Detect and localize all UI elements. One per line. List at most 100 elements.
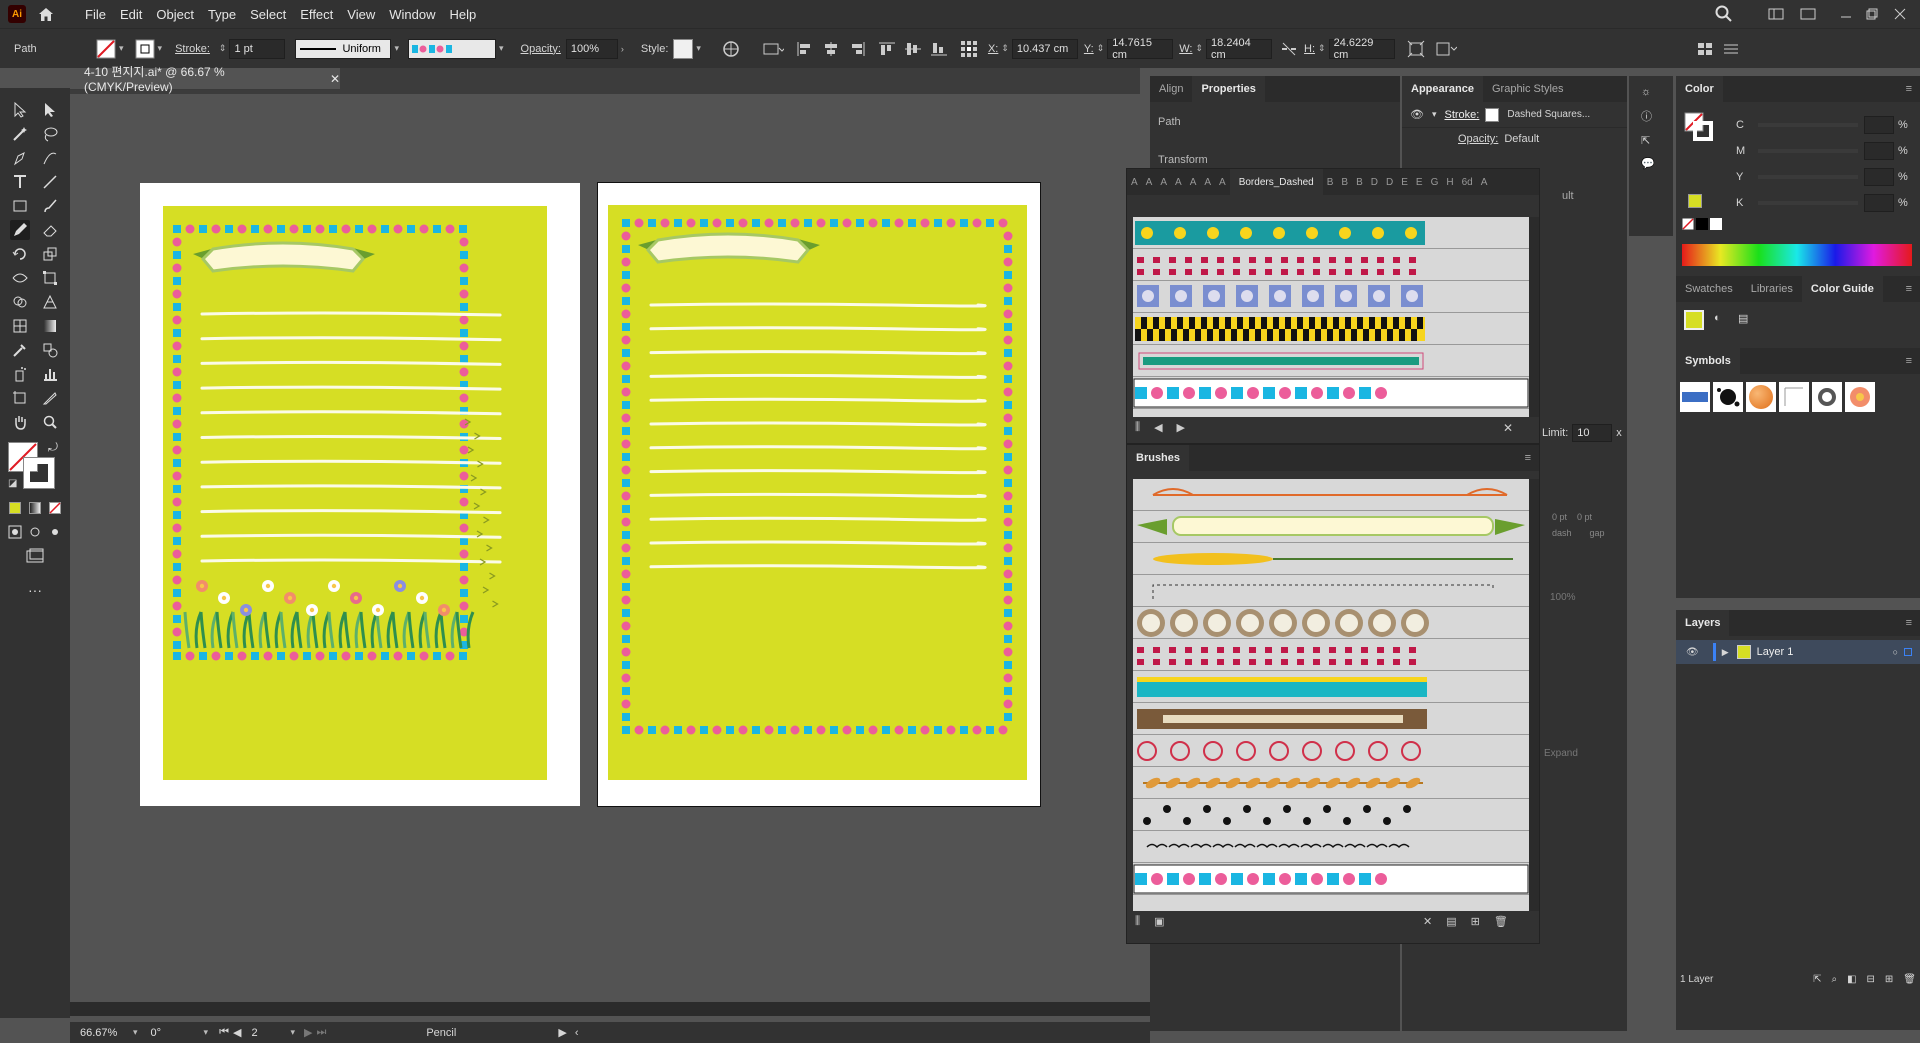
tab-color-guide[interactable]: Color Guide	[1801, 276, 1883, 302]
tab-appearance[interactable]: Appearance	[1402, 76, 1483, 102]
lib-tab[interactable]: A	[1142, 177, 1157, 188]
symbol-gear[interactable]	[1812, 382, 1842, 412]
expand-button[interactable]: Expand	[1544, 748, 1578, 759]
lib-tab[interactable]: B	[1352, 177, 1367, 188]
column-graph-icon[interactable]	[40, 364, 60, 384]
brush-definition-dropdown[interactable]: ▾	[408, 38, 507, 59]
constrain-proportions-icon[interactable]	[1280, 42, 1298, 56]
align-vcenter-icon[interactable]	[904, 41, 922, 57]
lib-tab[interactable]: A	[1156, 177, 1171, 188]
panel-menu-icon[interactable]: ≡	[1525, 452, 1531, 464]
brush-red-squares[interactable]	[1133, 249, 1529, 281]
hand-tool-icon[interactable]	[10, 412, 30, 432]
lib-tab[interactable]: H	[1442, 177, 1457, 188]
opacity-field[interactable]: 100%	[565, 38, 618, 59]
scroll-left-icon[interactable]: ‹	[575, 1027, 579, 1039]
stroke-swatch-large[interactable]	[23, 457, 55, 489]
new-brush-icon[interactable]: ⊞	[1471, 915, 1480, 928]
stroke-profile-dropdown[interactable]: Uniform ▾	[295, 38, 402, 59]
brush-red-flowers[interactable]	[1133, 735, 1529, 767]
channel-value-field[interactable]	[1864, 194, 1894, 212]
align-right-icon[interactable]	[848, 41, 866, 57]
color-mode-icon[interactable]	[5, 498, 25, 518]
direct-selection-tool-icon[interactable]	[40, 100, 60, 120]
chevron-down-icon[interactable]: ▾	[394, 43, 399, 54]
x-field[interactable]: 10.437 cm	[1011, 38, 1078, 59]
harmony-rules-icon[interactable]: ◐	[1714, 312, 1721, 324]
brush-list[interactable]	[1133, 479, 1529, 911]
lasso-icon[interactable]	[40, 124, 60, 144]
align-to-icon[interactable]	[762, 41, 784, 57]
chevron-down-icon[interactable]: ▾	[158, 43, 163, 54]
stepper-icon[interactable]: ⇕	[1195, 43, 1203, 54]
expand-arrow-icon[interactable]: ▾	[1432, 109, 1437, 120]
mesh-tool-icon[interactable]	[10, 316, 30, 336]
export-icon[interactable]: ⇱	[1641, 134, 1661, 147]
swap-icon[interactable]: ⤾	[48, 440, 58, 455]
tab-graphic-styles[interactable]: Graphic Styles	[1483, 76, 1573, 102]
previous-artboard-icon[interactable]: ◀	[233, 1026, 241, 1039]
stroke-attr-value[interactable]: Dashed Squares...	[1507, 109, 1590, 120]
search-icon[interactable]	[1715, 0, 1733, 28]
menu-effect[interactable]: Effect	[293, 7, 340, 22]
slice-tool-icon[interactable]	[40, 388, 60, 408]
panel-menu-icon[interactable]: ≡	[1906, 617, 1912, 629]
limit-field[interactable]: 10	[1572, 424, 1613, 442]
tab-borders-dashed[interactable]: Borders_Dashed	[1229, 169, 1323, 195]
menu-window[interactable]: Window	[382, 7, 442, 22]
align-top-icon[interactable]	[878, 41, 896, 57]
stroke-attr-swatch[interactable]	[1485, 107, 1500, 122]
reference-point-icon[interactable]	[960, 40, 978, 58]
color-groups-icon[interactable]: ▤	[1738, 312, 1748, 325]
target-icon[interactable]: ○	[1893, 647, 1898, 657]
brush-birds[interactable]	[1133, 831, 1529, 863]
symbol-frame[interactable]	[1779, 382, 1809, 412]
lib-tab[interactable]: A	[1200, 177, 1215, 188]
rectangle-tool-icon[interactable]	[10, 196, 30, 216]
delete-brush-icon[interactable]: 🗑	[1494, 915, 1508, 928]
style-dropdown[interactable]: ▾	[673, 38, 704, 59]
perspective-grid-icon[interactable]	[40, 292, 60, 312]
lib-tab[interactable]: G	[1427, 177, 1443, 188]
brush-red-squares-2[interactable]	[1133, 639, 1529, 671]
appearance-stroke-row[interactable]: 👁 ▾ Stroke: Dashed Squares...	[1402, 102, 1627, 128]
draw-inside-icon[interactable]	[45, 522, 65, 542]
lib-tab[interactable]: A	[1171, 177, 1186, 188]
library-scrollbar[interactable]	[1529, 217, 1539, 417]
brush-paw-prints[interactable]	[1133, 799, 1529, 831]
stroke-label[interactable]: Stroke:	[175, 43, 210, 55]
symbol-blue-banner[interactable]	[1680, 382, 1710, 412]
tab-layers[interactable]: Layers	[1676, 610, 1730, 636]
channel-value-field[interactable]	[1864, 142, 1894, 160]
fill-stroke-indicator[interactable]: ⤾ ◪	[0, 440, 70, 496]
eye-icon[interactable]: 👁	[1410, 108, 1424, 121]
panel-menu-icon[interactable]	[1723, 43, 1739, 55]
symbol-flower[interactable]	[1845, 382, 1875, 412]
stroke-attr-label[interactable]: Stroke:	[1445, 109, 1480, 121]
canvas[interactable]	[70, 94, 1150, 1022]
arrange-panels-icon[interactable]	[1697, 42, 1713, 56]
stepper-icon[interactable]: ⇕	[1097, 43, 1105, 54]
curvature-tool-icon[interactable]	[40, 148, 60, 168]
align-left-icon[interactable]	[796, 41, 814, 57]
line-tool-icon[interactable]	[40, 172, 60, 192]
tab-properties[interactable]: Properties	[1192, 76, 1265, 102]
stepper-icon[interactable]: ⇕	[1001, 43, 1009, 54]
symbol-orange-ball[interactable]	[1746, 382, 1776, 412]
rotate-tool-icon[interactable]	[10, 244, 30, 264]
collapse-icon[interactable]: ✕	[1503, 421, 1513, 435]
tab-libraries[interactable]: Libraries	[1742, 276, 1802, 302]
base-color-swatch[interactable]	[1684, 310, 1704, 330]
border-brush-list[interactable]	[1133, 217, 1529, 417]
channel-slider[interactable]	[1758, 201, 1858, 205]
sun-icon[interactable]: ☼	[1641, 86, 1661, 98]
new-sublayer-icon[interactable]: ⊟	[1867, 974, 1875, 985]
new-layer-icon[interactable]: ⊞	[1885, 974, 1893, 985]
appearance-opacity-row[interactable]: Opacity: Default	[1402, 128, 1627, 150]
menu-edit[interactable]: Edit	[113, 7, 149, 22]
tab-color[interactable]: Color	[1676, 76, 1723, 102]
menu-help[interactable]: Help	[442, 7, 483, 22]
visibility-eye-icon[interactable]: 👁	[1686, 647, 1699, 658]
brush-options-icon[interactable]: ▤	[1446, 915, 1456, 928]
comment-icon[interactable]: 💬	[1641, 157, 1661, 170]
